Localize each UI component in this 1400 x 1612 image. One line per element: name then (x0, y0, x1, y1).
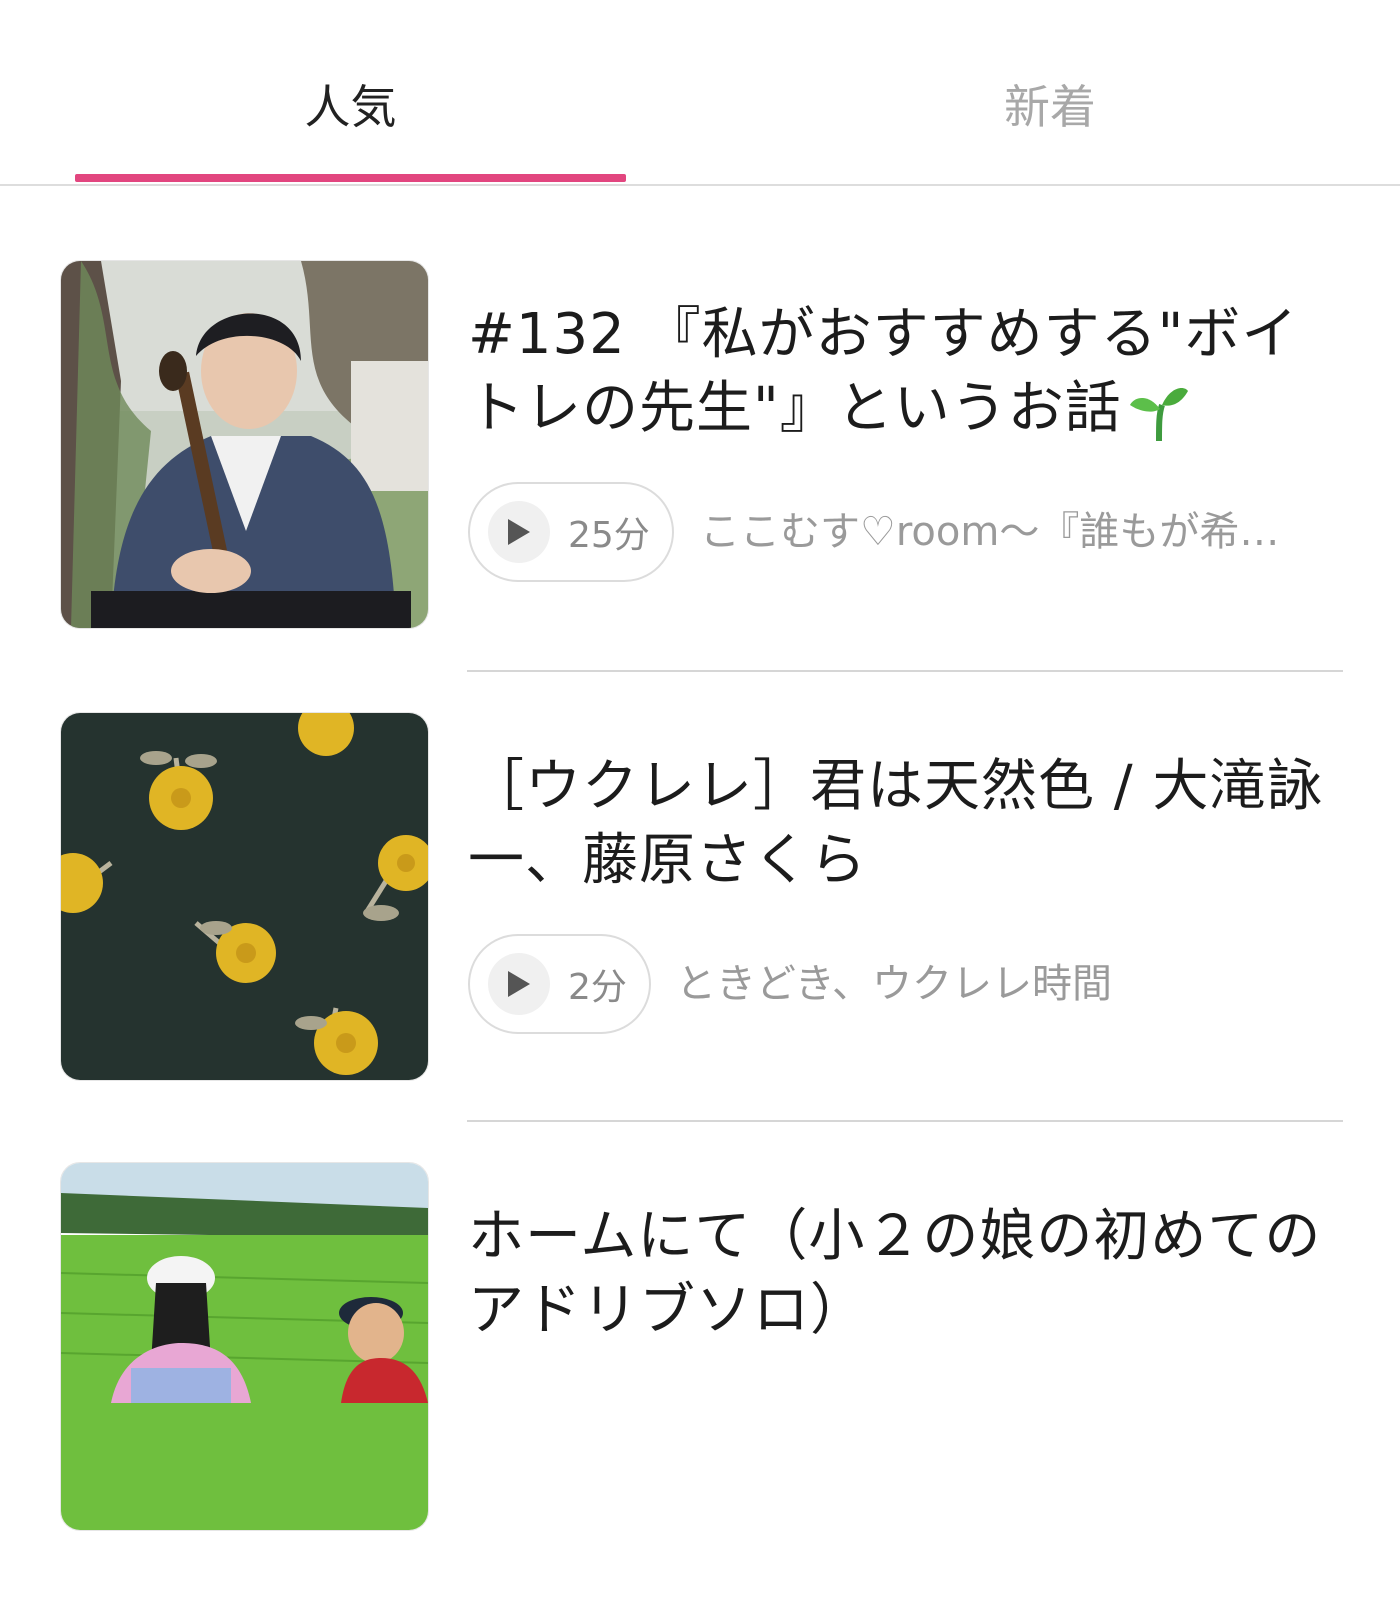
play-button[interactable]: 2分 (468, 934, 651, 1034)
channel-name[interactable]: ここむす♡room〜『誰もが希… (700, 482, 1279, 582)
tab-bar: 人気 新着 (0, 0, 1400, 186)
episode-meta: 2分 ときどき、ウクレレ時間 (468, 934, 1368, 1038)
tab-new[interactable]: 新着 (700, 72, 1400, 142)
tab-popular[interactable]: 人気 (75, 72, 626, 142)
episode-title[interactable]: ホームにて（小２の娘の初めてのアドリブソロ） (468, 1200, 1348, 1348)
divider (467, 1120, 1343, 1122)
episode-meta: 25分 ここむす♡room〜『誰もが希… (468, 482, 1368, 586)
play-icon (488, 953, 550, 1015)
episode-item[interactable]: ［ウクレレ］君は天然色 / 大滝詠一、藤原さくら 2分 ときどき、ウクレレ時間 (0, 712, 1400, 1162)
episode-title[interactable]: #132 『私がおすすめする"ボイトレの先生"』というお話 (468, 298, 1348, 446)
play-icon (488, 501, 550, 563)
embroidered-yellow-flowers-photo (61, 713, 428, 1080)
channel-name[interactable]: ときどき、ウクレレ時間 (676, 934, 1112, 1034)
episode-thumbnail[interactable] (60, 260, 429, 629)
man-with-guitar-photo (61, 261, 428, 628)
episode-duration: 2分 (568, 967, 627, 1008)
episode-item[interactable]: ホームにて（小２の娘の初めてのアドリブソロ） (0, 1162, 1400, 1612)
episode-thumbnail[interactable] (60, 1162, 429, 1531)
active-tab-indicator (75, 174, 626, 182)
children-rice-field-photo (61, 1163, 428, 1530)
episode-duration: 25分 (568, 515, 650, 556)
divider (467, 670, 1343, 672)
seedling-icon (1129, 387, 1188, 441)
episode-thumbnail[interactable] (60, 712, 429, 1081)
episode-title[interactable]: ［ウクレレ］君は天然色 / 大滝詠一、藤原さくら (468, 750, 1348, 898)
play-button[interactable]: 25分 (468, 482, 674, 582)
episode-item[interactable]: #132 『私がおすすめする"ボイトレの先生"』というお話 25分 ここむす♡r… (0, 260, 1400, 710)
